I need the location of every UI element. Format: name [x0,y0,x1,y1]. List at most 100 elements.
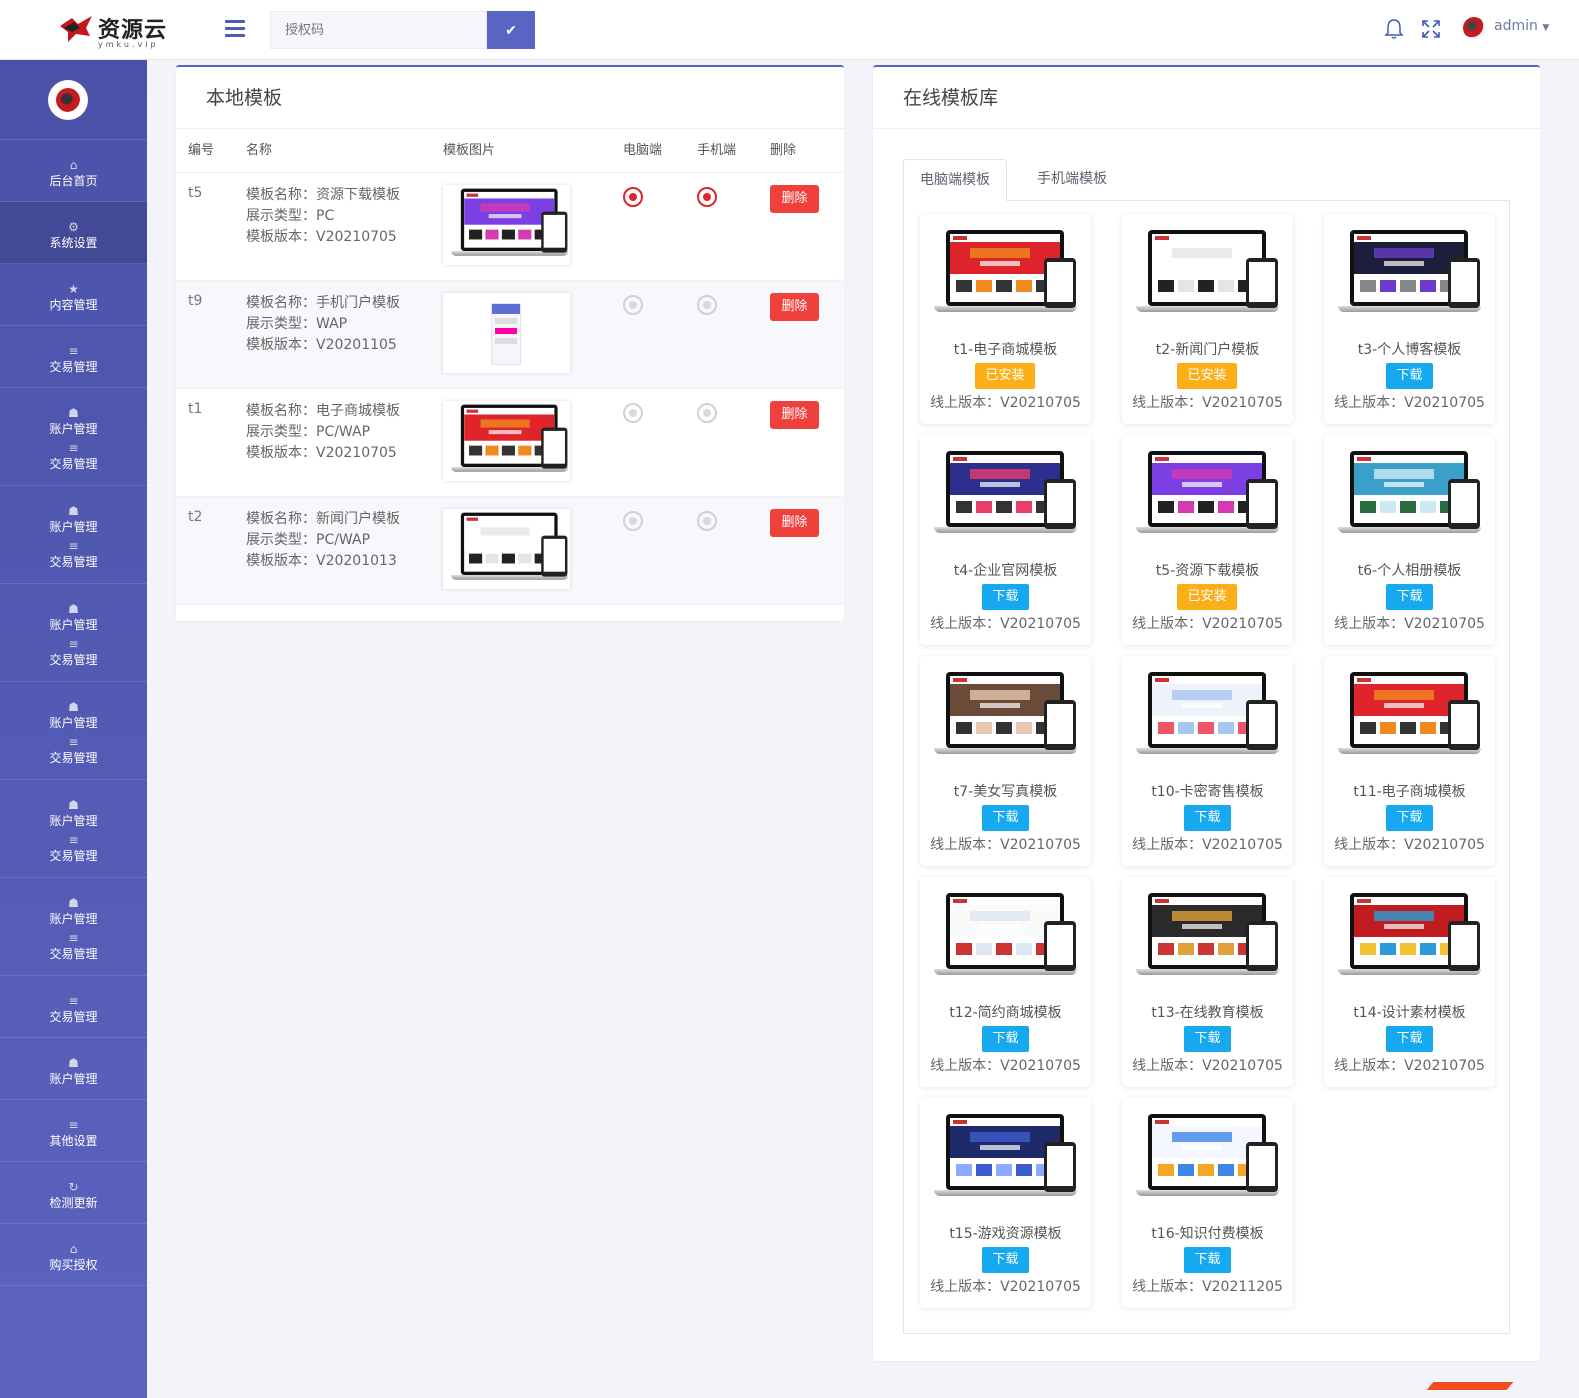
sidebar-item-9[interactable]: ☗ 账户管理 ≡ 交易管理 [0,878,147,976]
users-icon: ☗ [68,798,79,812]
sidebar-item-label: 账户管理 [49,618,98,632]
phone-preview [1448,479,1480,529]
delete-button[interactable]: 删除 [770,401,819,429]
delete-button[interactable]: 删除 [770,509,819,537]
sidebar-item-2[interactable]: ★ 内容管理 [0,264,147,326]
template-preview [934,1112,1077,1198]
download-button[interactable]: 下载 [1386,805,1433,831]
template-preview [934,228,1077,314]
brand-logo[interactable]: 资源云 ymku.vip [58,8,168,49]
phone-preview [541,535,568,577]
tab-mobile-templates[interactable]: 手机端模板 [1021,159,1123,201]
sidebar: ⌂ 后台首页 ⚙ 系统设置 ★ 内容管理 ≡ 交易管理 ☗ 账户管理 ≡ 交易管理 ☗ 账户管理 ≡ 交易管理… [0,60,147,1398]
download-button[interactable]: 下载 [1386,584,1433,610]
phone-preview [541,427,568,469]
user-avatar[interactable] [1463,17,1485,39]
template-card: t12-简约商城模板 下载 线上版本：V20210705 [920,877,1091,1087]
download-button[interactable]: 下载 [1386,1026,1433,1052]
license-input[interactable] [270,11,487,49]
list-icon: ≡ [68,994,79,1008]
download-button[interactable]: 下载 [1184,1026,1231,1052]
refresh-icon: ↻ [68,1180,79,1194]
download-button[interactable]: 下载 [982,1247,1029,1273]
template-card-version: 线上版本：V20210705 [1334,1058,1485,1074]
sidebar-item-label: 检测更新 [49,1196,98,1210]
tab-pc-templates[interactable]: 电脑端模板 [903,159,1007,201]
delete-button[interactable]: 删除 [770,185,819,213]
template-preview [934,449,1077,535]
sidebar-item-1[interactable]: ⚙ 系统设置 [0,202,147,264]
user-menu[interactable]: admin ▼ [1494,18,1549,34]
sidebar-item-14[interactable]: ⌂ 购买授权 [0,1224,147,1286]
table-row: t2 模板名称：新闻门户模板 展示类型：PC/WAP 模板版本：V20201013 删除 [176,497,844,605]
template-card-version: 线上版本：V20210705 [930,837,1081,853]
sidebar-nav: ⌂ 后台首页 ⚙ 系统设置 ★ 内容管理 ≡ 交易管理 ☗ 账户管理 ≡ 交易管理 ☗ 账户管理 ≡ 交易管理… [0,140,147,1286]
home-icon: ⌂ [69,158,78,172]
template-card-name: t11-电子商城模板 [1353,784,1466,800]
user-name: admin [1494,18,1538,34]
list-icon: ≡ [68,441,79,455]
template-info: 模板名称：电子商城模板 展示类型：PC/WAP 模板版本：V20210705 [246,401,400,464]
pc-radio[interactable] [623,295,643,315]
pc-radio[interactable] [623,511,643,531]
sidebar-item-11[interactable]: ☗ 账户管理 [0,1038,147,1100]
mobile-radio[interactable] [697,295,717,315]
template-card: t13-在线教育模板 下载 线上版本：V20210705 [1122,877,1293,1087]
download-button[interactable]: 下载 [982,1026,1029,1052]
list-icon: ≡ [68,931,79,945]
template-card-version: 线上版本：V20210705 [930,1058,1081,1074]
template-id: t2 [188,509,203,525]
fullscreen-icon[interactable] [1422,20,1440,38]
sidebar-item-label: 其他设置 [49,1134,98,1148]
template-card-version: 线上版本：V20210705 [1132,616,1283,632]
sidebar-item-label: 账户管理 [49,912,98,926]
sidebar-item-10[interactable]: ≡ 交易管理 [0,976,147,1038]
header-pc: 电脑端 [623,143,663,158]
table-header: 编号 名称 模板图片 电脑端 手机端 删除 [176,129,844,173]
template-card: t16-知识付费模板 下载 线上版本：V20211205 [1122,1098,1293,1308]
template-grid: t1-电子商城模板 已安装 线上版本：V20210705 t2-新闻门户模板 已安装 线上… [903,200,1510,1334]
license-submit-button[interactable]: ✔ [487,11,535,49]
home-icon: ⌂ [69,1242,78,1256]
mobile-radio[interactable] [697,511,717,531]
template-card-name: t14-设计素材模板 [1353,1005,1466,1021]
sidebar-item-4[interactable]: ☗ 账户管理 ≡ 交易管理 [0,388,147,486]
template-card-version: 线上版本：V20210705 [1132,837,1283,853]
table-row: t1 模板名称：电子商城模板 展示类型：PC/WAP 模板版本：V20210705 删除 [176,389,844,497]
menu-toggle-icon[interactable] [225,20,245,38]
template-preview [1338,891,1481,977]
mobile-radio[interactable] [697,403,717,423]
pc-radio[interactable] [623,187,643,207]
sidebar-item-5[interactable]: ☗ 账户管理 ≡ 交易管理 [0,486,147,584]
download-button[interactable]: 下载 [982,805,1029,831]
sidebar-item-6[interactable]: ☗ 账户管理 ≡ 交易管理 [0,584,147,682]
template-version: 模板版本：V20210705 [246,445,397,461]
table-row: t5 模板名称：资源下载模板 展示类型：PC 模板版本：V20210705 删除 [176,173,844,281]
delete-button[interactable]: 删除 [770,293,819,321]
download-button[interactable]: 下载 [1184,1247,1231,1273]
sidebar-item-7[interactable]: ☗ 账户管理 ≡ 交易管理 [0,682,147,780]
sidebar-item-13[interactable]: ↻ 检测更新 [0,1162,147,1224]
logo-mark-icon [60,16,92,42]
sidebar-item-label: 后台首页 [49,174,98,188]
template-info: 模板名称：新闻门户模板 展示类型：PC/WAP 模板版本：V20201013 [246,509,400,572]
phone-preview [1448,700,1480,750]
template-card-name: t5-资源下载模板 [1155,563,1260,579]
template-type: 展示类型：WAP [246,316,348,332]
caret-down-icon: ▼ [1542,23,1550,33]
download-button[interactable]: 下载 [1386,363,1433,389]
template-card-name: t13-在线教育模板 [1151,1005,1264,1021]
download-button[interactable]: 下载 [1184,805,1231,831]
phone-preview [1044,700,1076,750]
sidebar-item-8[interactable]: ☗ 账户管理 ≡ 交易管理 [0,780,147,878]
template-card-version: 线上版本：V20210705 [930,616,1081,632]
template-preview [1136,891,1279,977]
mobile-radio[interactable] [697,187,717,207]
sidebar-item-3[interactable]: ≡ 交易管理 [0,326,147,388]
pc-radio[interactable] [623,403,643,423]
bell-icon[interactable] [1384,18,1404,40]
sidebar-item-12[interactable]: ≡ 其他设置 [0,1100,147,1162]
sidebar-item-0[interactable]: ⌂ 后台首页 [0,140,147,202]
template-card-name: t1-电子商城模板 [953,342,1058,358]
download-button[interactable]: 下载 [982,584,1029,610]
